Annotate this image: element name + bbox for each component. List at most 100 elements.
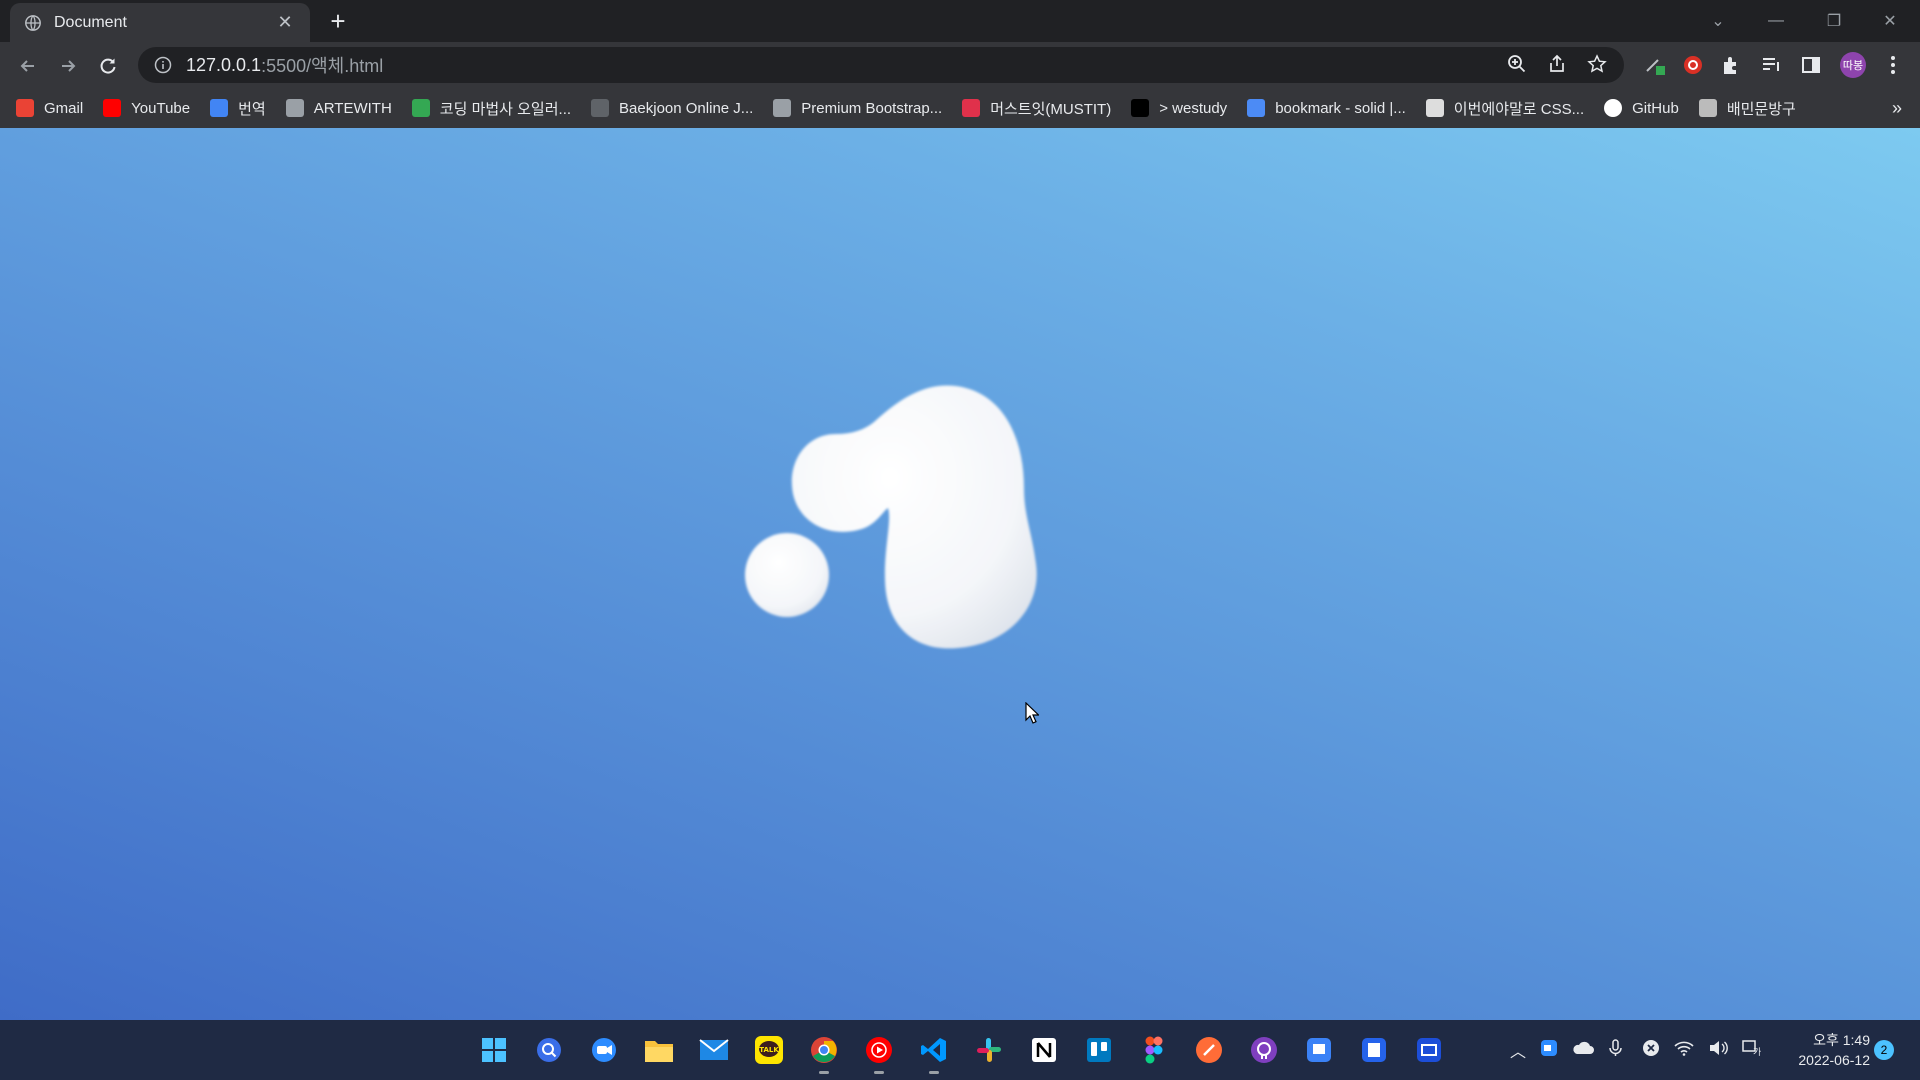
bookmark-item[interactable]: 번역 bbox=[210, 98, 266, 119]
url-host: 127.0.0.1 bbox=[186, 54, 262, 75]
onedrive-icon[interactable] bbox=[1572, 1040, 1595, 1061]
clock-time: 오후 1:49 bbox=[1813, 1032, 1870, 1048]
browser-toolbar: 127.0.0.1:5500/액체.html 따봉 bbox=[0, 42, 1920, 88]
window-close-button[interactable]: ✕ bbox=[1862, 4, 1918, 38]
bookmark-label: Premium Bootstrap... bbox=[801, 99, 943, 117]
menu-kebab-icon[interactable] bbox=[1878, 50, 1908, 80]
mouse-cursor-icon bbox=[1025, 702, 1039, 724]
reading-list-icon[interactable] bbox=[1756, 50, 1786, 80]
face-icon bbox=[1425, 99, 1444, 117]
vscode-icon[interactable] bbox=[914, 1030, 954, 1074]
bookmark-label: 코딩 마법사 오일러... bbox=[439, 100, 572, 118]
react-icon bbox=[285, 99, 304, 117]
youtube-music-icon[interactable] bbox=[859, 1030, 899, 1074]
bookmark-label: 배민문방구 bbox=[1726, 100, 1796, 118]
wifi-icon[interactable] bbox=[1674, 1040, 1694, 1061]
flag-icon bbox=[1247, 99, 1266, 117]
bookmark-item[interactable]: bookmark - solid |... bbox=[1247, 99, 1406, 117]
bookmark-label: YouTube bbox=[131, 99, 191, 117]
zoom-icon[interactable] bbox=[1506, 53, 1528, 75]
bookmark-label: bookmark - solid |... bbox=[1275, 99, 1406, 117]
restore-button[interactable]: ❐ bbox=[1806, 4, 1862, 38]
youtube-icon bbox=[103, 99, 122, 117]
figma-icon[interactable] bbox=[1134, 1030, 1174, 1070]
extensions-puzzle-icon[interactable] bbox=[1716, 50, 1746, 80]
bookmark-item[interactable]: 머스트잇(MUSTIT) bbox=[962, 98, 1111, 119]
bookmark-item[interactable]: GitHub bbox=[1604, 99, 1679, 117]
back-button[interactable] bbox=[12, 50, 44, 82]
kakaotalk-icon[interactable]: TALK bbox=[749, 1030, 789, 1070]
extension-pen-icon[interactable] bbox=[1640, 50, 1670, 80]
app-icon-1[interactable] bbox=[1299, 1030, 1339, 1070]
mail-icon[interactable] bbox=[694, 1030, 734, 1070]
svg-text:가: 가 bbox=[1753, 1047, 1761, 1057]
address-bar[interactable]: 127.0.0.1:5500/액체.html bbox=[138, 47, 1624, 83]
tab-document[interactable]: Document ✕ bbox=[10, 3, 310, 42]
slack-icon[interactable] bbox=[969, 1030, 1009, 1070]
bookmark-label: Baekjoon Online J... bbox=[619, 99, 754, 117]
windows-start-icon[interactable] bbox=[474, 1030, 514, 1070]
bookmark-item[interactable]: Premium Bootstrap... bbox=[773, 99, 942, 117]
volume-icon[interactable] bbox=[1708, 1040, 1728, 1061]
app-icon-3[interactable] bbox=[1409, 1030, 1449, 1070]
reload-icon bbox=[100, 58, 116, 74]
close-icon[interactable]: ✕ bbox=[274, 12, 296, 33]
globe-icon bbox=[25, 14, 41, 31]
blob-group bbox=[745, 385, 1037, 649]
bookmark-label: 번역 bbox=[238, 100, 266, 118]
running-indicator bbox=[874, 1071, 884, 1074]
mic-icon[interactable] bbox=[1608, 1038, 1628, 1062]
page-viewport bbox=[0, 128, 1920, 1020]
profile-avatar[interactable]: 따봉 bbox=[1838, 50, 1868, 80]
search-icon[interactable] bbox=[529, 1030, 569, 1070]
side-panel-icon[interactable] bbox=[1796, 50, 1826, 80]
chrome-icon[interactable] bbox=[804, 1030, 844, 1074]
running-indicator bbox=[929, 1071, 939, 1074]
notification-badge[interactable]: 2 bbox=[1874, 1040, 1894, 1060]
language-icon[interactable]: 가 bbox=[1742, 1039, 1762, 1062]
bookmark-item[interactable]: 코딩 마법사 오일러... bbox=[411, 98, 572, 119]
github-icon bbox=[1604, 99, 1623, 117]
tab-search-icon[interactable]: ⌄ bbox=[1690, 4, 1746, 38]
zoom-icon[interactable] bbox=[584, 1030, 624, 1070]
minimize-button[interactable]: — bbox=[1748, 4, 1804, 38]
arrow-left-icon bbox=[20, 60, 34, 72]
file-explorer-icon[interactable] bbox=[639, 1030, 679, 1070]
bookmark-label: 머스트잇(MUSTIT) bbox=[990, 100, 1112, 118]
zoom-tray-icon[interactable] bbox=[1540, 1039, 1558, 1062]
bookmark-item[interactable]: Baekjoon Online J... bbox=[591, 99, 753, 117]
share-icon[interactable] bbox=[1546, 53, 1568, 75]
bookmarks-overflow-button[interactable]: » bbox=[1892, 98, 1902, 119]
bookmark-item[interactable]: > westudy bbox=[1131, 99, 1227, 117]
new-tab-button[interactable]: + bbox=[322, 6, 354, 38]
bookmark-item[interactable]: 배민문방구 bbox=[1698, 98, 1796, 119]
postman-icon[interactable] bbox=[1189, 1030, 1229, 1070]
trello-icon[interactable] bbox=[1079, 1030, 1119, 1070]
github-desktop-icon[interactable] bbox=[1244, 1030, 1284, 1070]
bookmark-item[interactable]: Gmail bbox=[16, 99, 83, 117]
extension-red-icon[interactable] bbox=[1678, 50, 1708, 80]
baemin-icon bbox=[1698, 99, 1717, 117]
system-tray: ︿ 가 bbox=[1510, 1038, 1762, 1062]
system-clock[interactable]: 오후 1:49 2022-06-12 bbox=[1780, 1030, 1870, 1070]
bookmark-item[interactable]: 이번에야말로 CSS... bbox=[1425, 98, 1585, 119]
forward-button[interactable] bbox=[52, 50, 84, 82]
bookmark-item[interactable]: YouTube bbox=[103, 99, 190, 117]
arrow-right-icon bbox=[62, 60, 76, 72]
bookmark-label: GitHub bbox=[1632, 99, 1679, 117]
reload-button[interactable] bbox=[92, 50, 124, 82]
info-icon[interactable] bbox=[154, 56, 172, 74]
windows-taskbar: TALK ︿ 가 오후 1:49 2022-06-12 2 bbox=[0, 1020, 1920, 1080]
notion-icon[interactable] bbox=[1024, 1030, 1064, 1070]
chevron-up-icon[interactable]: ︿ bbox=[1510, 1038, 1526, 1062]
star-icon[interactable] bbox=[1586, 53, 1608, 75]
translate-icon bbox=[210, 99, 229, 117]
url-path: :5500/액체.html bbox=[261, 56, 384, 76]
close-circle-icon[interactable] bbox=[1642, 1039, 1660, 1062]
bookmark-label: Gmail bbox=[44, 99, 84, 117]
bookmark-item[interactable]: ARTEWITH bbox=[285, 99, 392, 117]
clock-date: 2022-06-12 bbox=[1798, 1052, 1870, 1068]
bookmark-label: 이번에야말로 CSS... bbox=[1453, 100, 1585, 118]
app-icon-2[interactable] bbox=[1354, 1030, 1394, 1070]
bookmark-label: > westudy bbox=[1159, 99, 1228, 117]
